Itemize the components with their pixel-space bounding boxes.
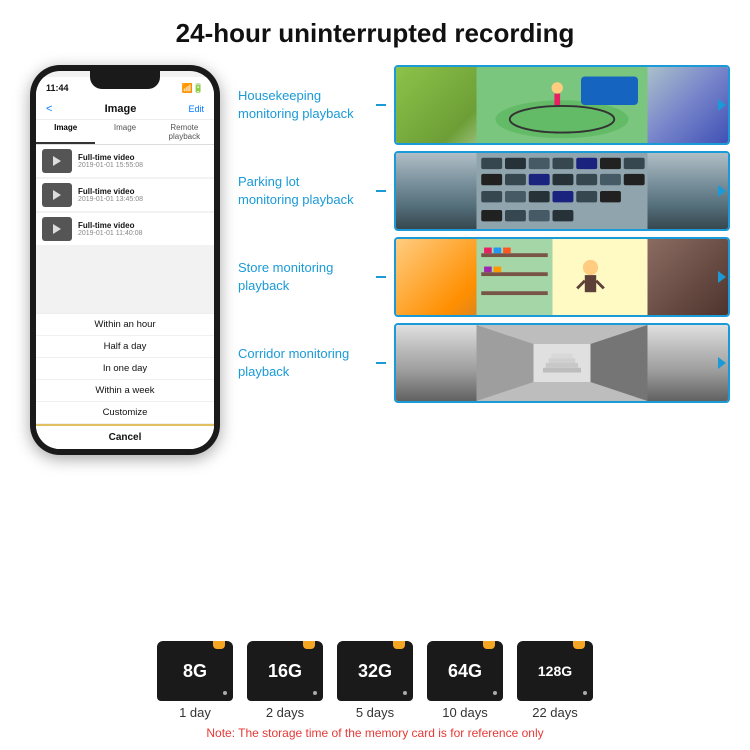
img-store [396, 239, 728, 315]
phone-video-list: Full-time video 2019-01-01 15:55:08 Full… [36, 145, 214, 313]
video-thumb-2 [42, 217, 72, 241]
video-title-0: Full-time video [78, 153, 208, 162]
sd-card-label-0: 8G [183, 662, 207, 680]
video-date-0: 2019-01-01 15:55:08 [78, 162, 208, 169]
arrow-store [718, 271, 726, 283]
sd-card-dot-3 [493, 691, 497, 695]
connector-0 [376, 104, 386, 106]
dropdown-item-2[interactable]: In one day [36, 358, 214, 380]
phone-tabs: Image Image Remote playback [36, 120, 214, 145]
arrow-parking [718, 185, 726, 197]
monitoring-label-0: Housekeepingmonitoring playback [238, 87, 368, 123]
storage-days-1: 2 days [266, 705, 304, 720]
arrow-housekeeping [718, 99, 726, 111]
storage-days-2: 5 days [356, 705, 394, 720]
connector-2 [376, 276, 386, 278]
video-title-2: Full-time video [78, 221, 208, 230]
storage-card-2: 32G 5 days [337, 641, 413, 720]
storage-days-0: 1 day [179, 705, 211, 720]
storage-days-3: 10 days [442, 705, 488, 720]
video-title-1: Full-time video [78, 187, 208, 196]
phone-back-btn[interactable]: < [46, 103, 52, 115]
video-thumb-1 [42, 183, 72, 207]
sd-card-2: 32G [337, 641, 413, 701]
video-thumb-0 [42, 149, 72, 173]
img-housekeeping [396, 67, 728, 143]
phone-mockup: 11:44 📶🔋 < Image Edit Image Image Remote… [20, 65, 230, 633]
sd-card-1: 16G [247, 641, 323, 701]
img-parking [396, 153, 728, 229]
phone-tab-2[interactable]: Remote playback [155, 120, 214, 144]
monitoring-label-3: Corridor monitoringplayback [238, 345, 368, 381]
monitoring-column: Housekeepingmonitoring playback [238, 65, 730, 633]
monitoring-label-1: Parking lotmonitoring playback [238, 173, 368, 209]
sd-card-4: 128G [517, 641, 593, 701]
storage-days-4: 22 days [532, 705, 578, 720]
phone-tab-1[interactable]: Image [95, 120, 154, 144]
bottom-section: 8G 1 day 16G 2 days 32G 5 days [20, 641, 730, 740]
storage-card-3: 64G 10 days [427, 641, 503, 720]
sd-card-label-4: 128G [538, 664, 572, 678]
sd-card-dot-1 [313, 691, 317, 695]
phone-video-item-0[interactable]: Full-time video 2019-01-01 15:55:08 [36, 145, 214, 177]
dropdown-item-4[interactable]: Customize [36, 402, 214, 424]
sd-card-dot-0 [223, 691, 227, 695]
storage-card-1: 16G 2 days [247, 641, 323, 720]
arrow-corridor [718, 357, 726, 369]
phone-topbar: < Image Edit [36, 99, 214, 120]
sd-card-3: 64G [427, 641, 503, 701]
storage-note: Note: The storage time of the memory car… [20, 726, 730, 740]
sd-card-dot-4 [583, 691, 587, 695]
page-title: 24-hour uninterrupted recording [176, 18, 575, 49]
sd-card-dot-2 [403, 691, 407, 695]
connector-1 [376, 190, 386, 192]
phone-notch [90, 71, 160, 89]
phone-video-item-2[interactable]: Full-time video 2019-01-01 11:40:08 [36, 213, 214, 245]
phone-cancel-btn[interactable]: Cancel [36, 424, 214, 449]
video-date-2: 2019-01-01 11:40:08 [78, 230, 208, 237]
phone-screen-title: Image [105, 103, 137, 115]
monitoring-item-0: Housekeepingmonitoring playback [238, 65, 730, 145]
monitoring-item-1: Parking lotmonitoring playback [238, 151, 730, 231]
sd-card-label-2: 32G [358, 662, 392, 680]
monitoring-image-1 [394, 151, 730, 231]
phone-edit-btn[interactable]: Edit [188, 104, 204, 114]
monitoring-item-3: Corridor monitoringplayback [238, 323, 730, 403]
phone-video-item-1[interactable]: Full-time video 2019-01-01 13:45:08 [36, 179, 214, 211]
phone-tab-0[interactable]: Image [36, 120, 95, 144]
img-corridor [396, 325, 728, 401]
sd-card-label-3: 64G [448, 662, 482, 680]
storage-card-4: 128G 22 days [517, 641, 593, 720]
storage-cards: 8G 1 day 16G 2 days 32G 5 days [20, 641, 730, 720]
storage-card-0: 8G 1 day [157, 641, 233, 720]
sd-card-label-1: 16G [268, 662, 302, 680]
video-date-1: 2019-01-01 13:45:08 [78, 196, 208, 203]
monitoring-item-2: Store monitoringplayback [238, 237, 730, 317]
phone-dropdown: Within an hour Half a day In one day Wit… [36, 313, 214, 449]
connector-3 [376, 362, 386, 364]
dropdown-item-0[interactable]: Within an hour [36, 314, 214, 336]
monitoring-label-2: Store monitoringplayback [238, 259, 368, 295]
sd-card-0: 8G [157, 641, 233, 701]
dropdown-item-1[interactable]: Half a day [36, 336, 214, 358]
monitoring-image-0 [394, 65, 730, 145]
dropdown-item-3[interactable]: Within a week [36, 380, 214, 402]
monitoring-image-3 [394, 323, 730, 403]
monitoring-image-2 [394, 237, 730, 317]
